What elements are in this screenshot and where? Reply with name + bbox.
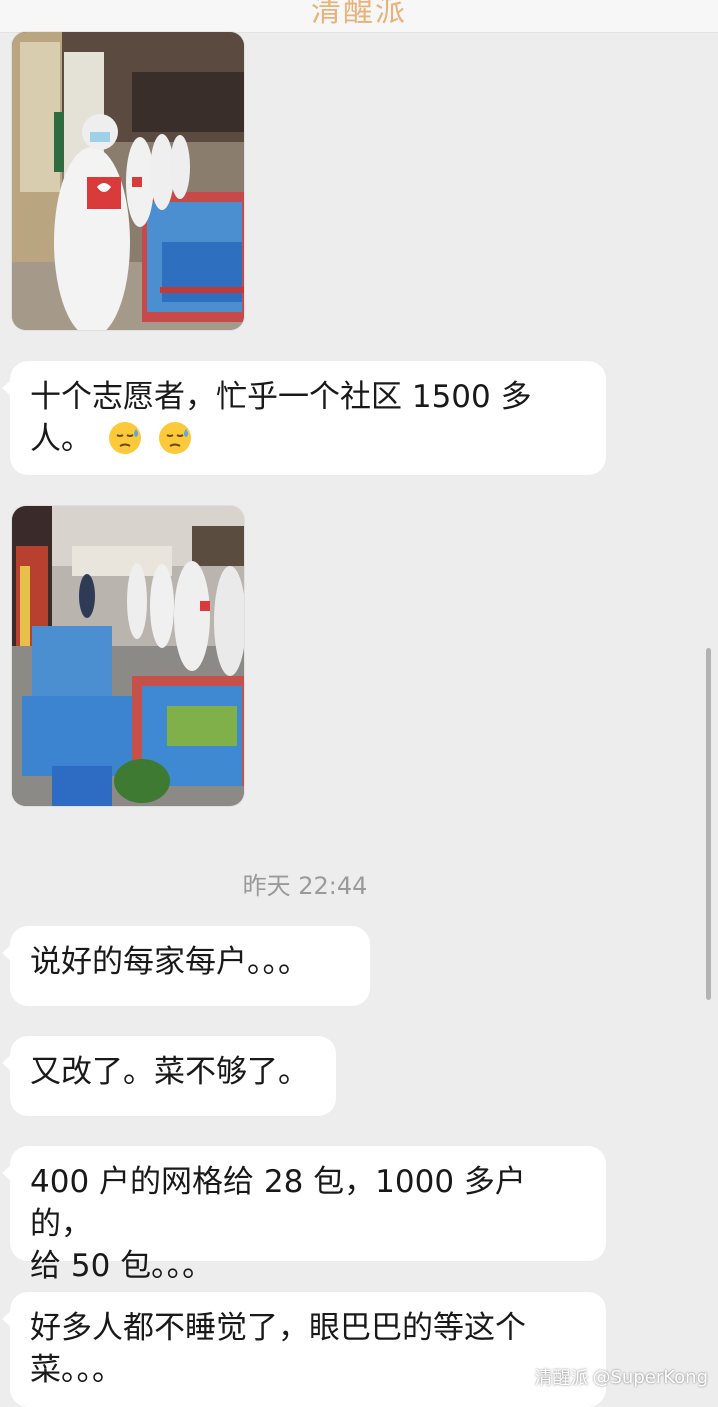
message-text-line: 400 户的网格给 28 包，1000 多户的， <box>30 1164 526 1242</box>
weibo-logo-icon <box>502 1367 530 1388</box>
message-text-line: 好多人都不睡觉了，眼巴巴的等这个 <box>30 1310 526 1346</box>
scrollbar[interactable] <box>706 648 711 1000</box>
watermark-handle: @SuperKong <box>592 1366 709 1388</box>
message-text-line: 人。 <box>30 418 586 460</box>
message-text: 又改了。菜不够了。 <box>30 1054 309 1090</box>
message-bubble: 又改了。菜不够了。 <box>2 1036 336 1116</box>
message-text-line: 给 50 包。。。 <box>30 1248 214 1284</box>
chat-title: 清醒派 <box>311 0 407 29</box>
message-timestamp: 昨天 22:44 <box>242 872 368 900</box>
message-bubble: 说好的每家每户。。。 <box>2 926 370 1006</box>
chat-image-volunteers-2[interactable] <box>12 506 244 806</box>
chat-header: 清醒派 <box>0 0 718 33</box>
message-bubble: 400 户的网格给 28 包，1000 多户的， 给 50 包。。。 <box>2 1146 606 1284</box>
watermark: 清醒派 @SuperKong <box>502 1364 709 1390</box>
cold-sweat-face-icon <box>158 421 192 455</box>
chat-image-volunteers-1[interactable] <box>12 32 244 330</box>
message-text: 人。 <box>30 421 92 457</box>
message-bubble: 十个志愿者，忙乎一个社区 1500 多 人。 <box>2 361 606 475</box>
watermark-source: 清醒派 <box>534 1368 589 1389</box>
cold-sweat-face-icon <box>108 421 142 455</box>
message-text-line: 十个志愿者，忙乎一个社区 1500 多 <box>30 379 532 415</box>
message-text: 说好的每家每户。。。 <box>30 944 309 980</box>
